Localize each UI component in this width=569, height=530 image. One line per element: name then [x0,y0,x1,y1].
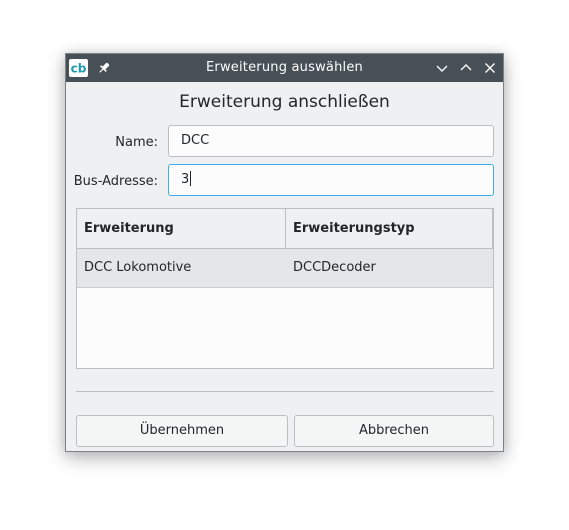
minimize-icon[interactable] [434,60,450,76]
table-header: Erweiterung Erweiterungstyp [77,209,493,249]
column-header-erweiterungstyp[interactable]: Erweiterungstyp [286,209,493,248]
apply-button[interactable]: Übernehmen [76,415,288,447]
name-value: DCC [181,133,210,148]
close-icon[interactable] [482,60,498,76]
maximize-icon[interactable] [458,60,474,76]
text-caret [190,171,192,186]
column-header-erweiterung[interactable]: Erweiterung [77,209,286,248]
table-cell-erweiterungstyp: DCCDecoder [293,260,376,275]
bus-address-field[interactable]: 3 [168,164,494,196]
table-cell-erweiterung: DCC Lokomotive [84,260,192,275]
bus-address-label: Bus-Adresse: [73,174,158,189]
dialog-heading: Erweiterung anschließen [179,92,390,112]
table-row[interactable]: DCC Lokomotive DCCDecoder [77,249,493,288]
dialog-window: cb Erweiterung auswählen Erweiterung ans… [65,53,504,452]
name-field[interactable]: DCC [168,125,494,157]
separator [76,391,494,392]
cancel-button[interactable]: Abbrechen [294,415,494,447]
extension-table[interactable]: Erweiterung Erweiterungstyp DCC Lokomoti… [76,208,494,369]
bus-address-value: 3 [181,172,190,187]
name-label: Name: [115,135,158,150]
titlebar[interactable]: cb Erweiterung auswählen [66,54,503,82]
